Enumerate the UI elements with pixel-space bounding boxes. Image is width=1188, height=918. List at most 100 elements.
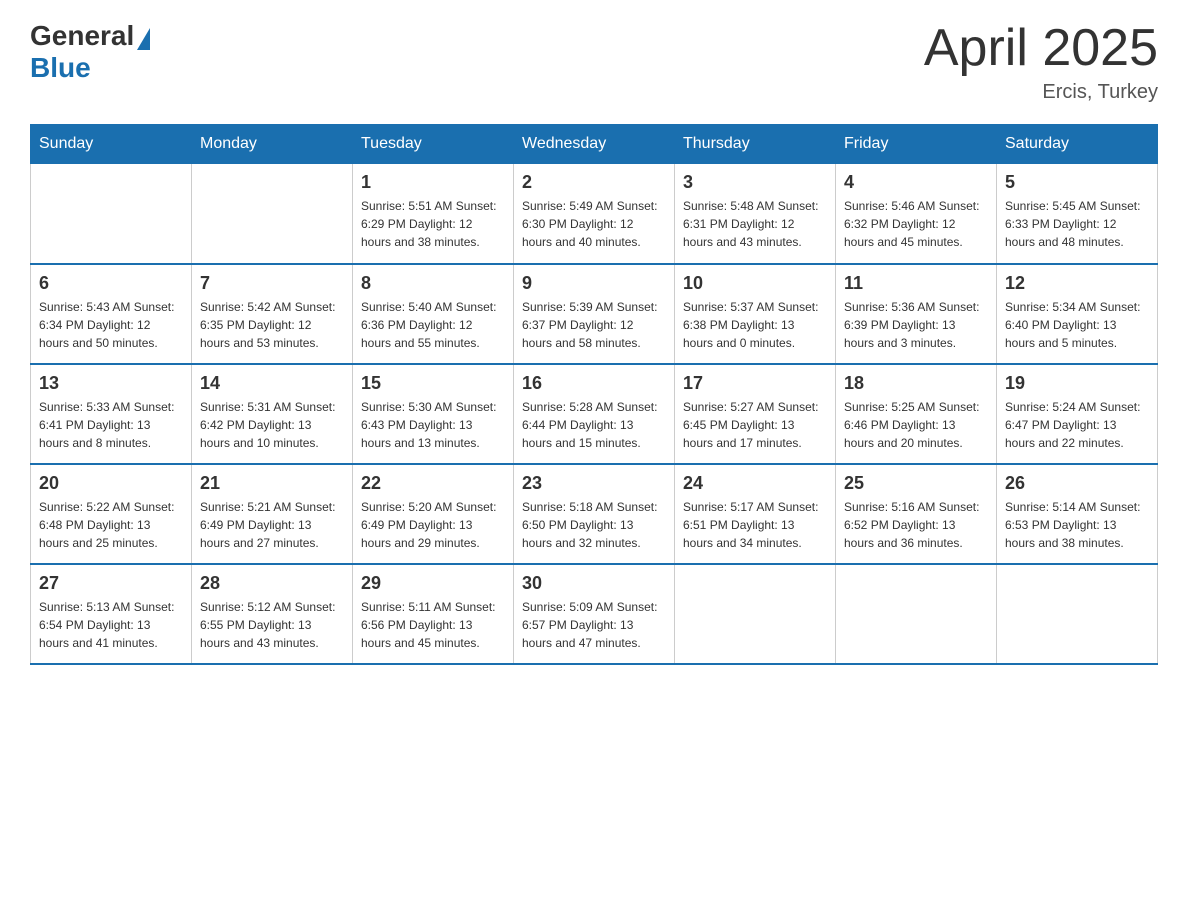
calendar-cell: 24 Sunrise: 5:17 AM Sunset: 6:51 PM Dayli… [675,464,836,564]
day-info: Sunrise: 5:49 AM Sunset: 6:30 PM Dayligh… [522,197,666,251]
calendar-cell [675,564,836,664]
day-number: 20 [39,473,183,494]
day-info: Sunrise: 5:36 AM Sunset: 6:39 PM Dayligh… [844,298,988,352]
weekday-header-saturday: Saturday [997,125,1158,164]
day-info: Sunrise: 5:28 AM Sunset: 6:44 PM Dayligh… [522,398,666,452]
day-info: Sunrise: 5:11 AM Sunset: 6:56 PM Dayligh… [361,598,505,652]
calendar-cell: 26Sunrise: 5:14 AM Sunset: 6:53 PM Dayli… [997,464,1158,564]
day-info: Sunrise: 5:39 AM Sunset: 6:37 PM Dayligh… [522,298,666,352]
calendar-cell: 2 Sunrise: 5:49 AM Sunset: 6:30 PM Daylig… [514,164,675,264]
calendar-cell: 5 Sunrise: 5:45 AM Sunset: 6:33 PM Daylig… [997,164,1158,264]
calendar-cell [836,564,997,664]
calendar-cell: 25 Sunrise: 5:16 AM Sunset: 6:52 PM Dayli… [836,464,997,564]
day-number: 6 [39,273,183,294]
calendar-header-row: SundayMondayTuesdayWednesdayThursdayFrid… [31,125,1158,164]
day-info: Sunrise: 5:16 AM Sunset: 6:52 PM Dayligh… [844,498,988,552]
calendar-cell: 14 Sunrise: 5:31 AM Sunset: 6:42 PM Dayli… [192,364,353,464]
calendar-month-year: April 2025 [924,20,1158,77]
day-info: Sunrise: 5:25 AM Sunset: 6:46 PM Dayligh… [844,398,988,452]
calendar-cell: 6 Sunrise: 5:43 AM Sunset: 6:34 PM Daylig… [31,264,192,364]
weekday-header-friday: Friday [836,125,997,164]
day-info: Sunrise: 5:21 AM Sunset: 6:49 PM Dayligh… [200,498,344,552]
day-info: Sunrise: 5:27 AM Sunset: 6:45 PM Dayligh… [683,398,827,452]
calendar-week-row: 20 Sunrise: 5:22 AM Sunset: 6:48 PM Dayli… [31,464,1158,564]
calendar-cell: 21Sunrise: 5:21 AM Sunset: 6:49 PM Dayli… [192,464,353,564]
day-info: Sunrise: 5:18 AM Sunset: 6:50 PM Dayligh… [522,498,666,552]
calendar-cell: 28 Sunrise: 5:12 AM Sunset: 6:55 PM Dayli… [192,564,353,664]
calendar-cell: 18 Sunrise: 5:25 AM Sunset: 6:46 PM Dayli… [836,364,997,464]
day-number: 22 [361,473,505,494]
day-number: 19 [1005,373,1149,394]
day-info: Sunrise: 5:24 AM Sunset: 6:47 PM Dayligh… [1005,398,1149,452]
calendar-cell: 30Sunrise: 5:09 AM Sunset: 6:57 PM Dayli… [514,564,675,664]
calendar-week-row: 6 Sunrise: 5:43 AM Sunset: 6:34 PM Daylig… [31,264,1158,364]
calendar-cell: 4 Sunrise: 5:46 AM Sunset: 6:32 PM Daylig… [836,164,997,264]
calendar-location: Ercis, Turkey [924,81,1158,104]
day-number: 10 [683,273,827,294]
day-info: Sunrise: 5:34 AM Sunset: 6:40 PM Dayligh… [1005,298,1149,352]
day-number: 8 [361,273,505,294]
day-info: Sunrise: 5:40 AM Sunset: 6:36 PM Dayligh… [361,298,505,352]
calendar-table: SundayMondayTuesdayWednesdayThursdayFrid… [30,124,1158,665]
calendar-cell: 22 Sunrise: 5:20 AM Sunset: 6:49 PM Dayli… [353,464,514,564]
calendar-cell: 17 Sunrise: 5:27 AM Sunset: 6:45 PM Dayli… [675,364,836,464]
logo: General Blue [30,20,150,84]
calendar-cell: 19 Sunrise: 5:24 AM Sunset: 6:47 PM Dayli… [997,364,1158,464]
day-info: Sunrise: 5:09 AM Sunset: 6:57 PM Dayligh… [522,598,666,652]
day-number: 2 [522,172,666,193]
calendar-cell: 12Sunrise: 5:34 AM Sunset: 6:40 PM Dayli… [997,264,1158,364]
weekday-header-sunday: Sunday [31,125,192,164]
logo-triangle-icon [137,28,150,50]
calendar-cell: 13 Sunrise: 5:33 AM Sunset: 6:41 PM Dayli… [31,364,192,464]
day-info: Sunrise: 5:37 AM Sunset: 6:38 PM Dayligh… [683,298,827,352]
weekday-header-wednesday: Wednesday [514,125,675,164]
calendar-cell: 3Sunrise: 5:48 AM Sunset: 6:31 PM Daylig… [675,164,836,264]
day-number: 29 [361,573,505,594]
page-header: General Blue April 2025 Ercis, Turkey [30,20,1158,104]
day-number: 7 [200,273,344,294]
calendar-cell: 23 Sunrise: 5:18 AM Sunset: 6:50 PM Dayli… [514,464,675,564]
day-info: Sunrise: 5:17 AM Sunset: 6:51 PM Dayligh… [683,498,827,552]
day-info: Sunrise: 5:20 AM Sunset: 6:49 PM Dayligh… [361,498,505,552]
weekday-header-thursday: Thursday [675,125,836,164]
day-info: Sunrise: 5:22 AM Sunset: 6:48 PM Dayligh… [39,498,183,552]
calendar-title-area: April 2025 Ercis, Turkey [924,20,1158,104]
day-info: Sunrise: 5:33 AM Sunset: 6:41 PM Dayligh… [39,398,183,452]
day-number: 26 [1005,473,1149,494]
day-number: 9 [522,273,666,294]
day-number: 4 [844,172,988,193]
day-number: 24 [683,473,827,494]
calendar-cell: 16 Sunrise: 5:28 AM Sunset: 6:44 PM Dayli… [514,364,675,464]
calendar-cell: 7 Sunrise: 5:42 AM Sunset: 6:35 PM Daylig… [192,264,353,364]
day-number: 16 [522,373,666,394]
day-number: 17 [683,373,827,394]
day-number: 14 [200,373,344,394]
day-number: 13 [39,373,183,394]
day-number: 23 [522,473,666,494]
day-number: 1 [361,172,505,193]
calendar-cell [31,164,192,264]
day-info: Sunrise: 5:45 AM Sunset: 6:33 PM Dayligh… [1005,197,1149,251]
calendar-cell: 20 Sunrise: 5:22 AM Sunset: 6:48 PM Dayli… [31,464,192,564]
day-info: Sunrise: 5:51 AM Sunset: 6:29 PM Dayligh… [361,197,505,251]
day-info: Sunrise: 5:43 AM Sunset: 6:34 PM Dayligh… [39,298,183,352]
calendar-cell: 9 Sunrise: 5:39 AM Sunset: 6:37 PM Daylig… [514,264,675,364]
day-number: 28 [200,573,344,594]
day-info: Sunrise: 5:46 AM Sunset: 6:32 PM Dayligh… [844,197,988,251]
day-info: Sunrise: 5:13 AM Sunset: 6:54 PM Dayligh… [39,598,183,652]
day-number: 18 [844,373,988,394]
day-number: 25 [844,473,988,494]
calendar-cell: 27Sunrise: 5:13 AM Sunset: 6:54 PM Dayli… [31,564,192,664]
weekday-header-tuesday: Tuesday [353,125,514,164]
weekday-header-monday: Monday [192,125,353,164]
calendar-cell: 29 Sunrise: 5:11 AM Sunset: 6:56 PM Dayli… [353,564,514,664]
calendar-cell [192,164,353,264]
day-number: 15 [361,373,505,394]
day-info: Sunrise: 5:31 AM Sunset: 6:42 PM Dayligh… [200,398,344,452]
day-info: Sunrise: 5:42 AM Sunset: 6:35 PM Dayligh… [200,298,344,352]
day-info: Sunrise: 5:12 AM Sunset: 6:55 PM Dayligh… [200,598,344,652]
logo-general-text: General [30,20,134,52]
day-number: 5 [1005,172,1149,193]
calendar-cell: 11Sunrise: 5:36 AM Sunset: 6:39 PM Dayli… [836,264,997,364]
calendar-cell: 10 Sunrise: 5:37 AM Sunset: 6:38 PM Dayli… [675,264,836,364]
